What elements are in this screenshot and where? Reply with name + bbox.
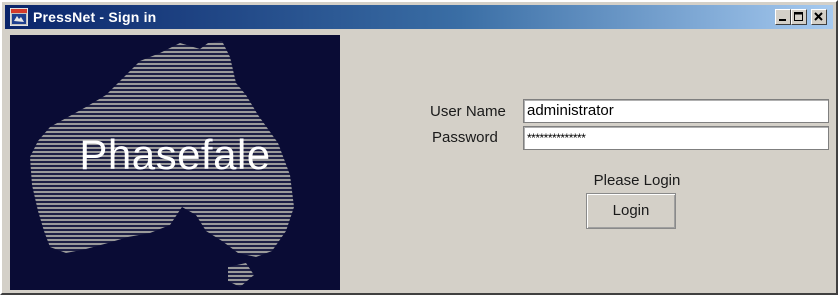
maximize-icon [794,12,803,21]
username-label: User Name [430,103,506,120]
title-bar[interactable]: PressNet - Sign in [5,5,833,29]
minimize-icon [779,19,786,21]
minimize-button[interactable] [775,9,791,25]
signin-window: PressNet - Sign in Phasefale User Name a… [0,0,838,295]
maximize-button[interactable] [791,9,807,25]
window-title: PressNet - Sign in [33,9,157,25]
app-icon [10,8,28,26]
login-button[interactable]: Login [586,193,676,229]
close-icon [814,12,823,21]
company-logo-text: Phasefale [79,131,271,178]
password-field[interactable]: ************** [523,126,829,150]
logo-banner: Phasefale [10,35,340,290]
login-status-text: Please Login [593,172,681,189]
password-label: Password [432,129,498,146]
close-button[interactable] [811,9,827,25]
username-field[interactable]: administrator [523,99,829,123]
